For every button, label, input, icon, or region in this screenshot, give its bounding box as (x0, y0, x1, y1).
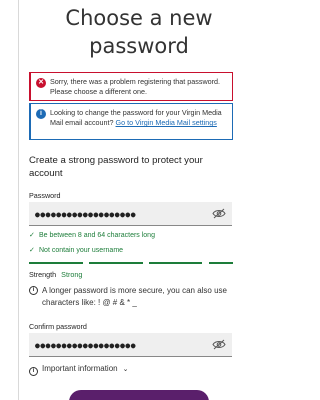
info-alert: i Looking to change the password for you… (29, 103, 233, 140)
rule-text: Not contain your username (39, 247, 124, 254)
eye-off-icon[interactable] (212, 339, 226, 350)
check-icon: ✓ (29, 247, 35, 254)
confirm-password-input[interactable] (35, 337, 205, 353)
strength-segment (29, 262, 83, 264)
password-input[interactable] (35, 206, 205, 222)
chevron-down-icon: ⌄ (122, 366, 129, 373)
strength-segment (209, 262, 233, 264)
close-icon: ✕ (36, 78, 46, 88)
info-icon: i (29, 367, 38, 376)
form-heading: Create a strong password to protect your… (29, 155, 203, 179)
page-divider (18, 0, 19, 400)
important-information-label: Important information (42, 364, 118, 373)
check-icon: ✓ (29, 232, 35, 239)
strength-indicator: Strength Strong (29, 270, 82, 279)
mail-settings-link[interactable]: Go to Virgin Media Mail settings (116, 118, 217, 127)
hint-text: A longer password is more secure, you ca… (42, 286, 227, 307)
strength-segment (89, 262, 143, 264)
error-alert-text: Sorry, there was a problem registering t… (50, 77, 221, 96)
info-icon: i (29, 286, 38, 295)
password-rule-username: ✓ Not contain your username (29, 246, 123, 254)
important-information-toggle[interactable]: i Important information ⌄ (29, 364, 128, 376)
strength-segment (149, 262, 202, 264)
password-rule-length: ✓ Be between 8 and 64 characters long (29, 231, 155, 239)
strength-value: Strong (61, 270, 83, 279)
eye-off-icon[interactable] (212, 208, 226, 219)
page-title: Choose a new password (65, 6, 213, 58)
password-field[interactable] (29, 202, 232, 226)
error-alert: ✕ Sorry, there was a problem registering… (29, 72, 233, 101)
info-icon: i (36, 109, 46, 119)
password-label: Password (29, 191, 61, 200)
confirm-password-field[interactable] (29, 333, 232, 357)
password-hint: i A longer password is more secure, you … (29, 285, 234, 309)
strength-label: Strength (29, 270, 57, 279)
confirm-password-label: Confirm password (29, 322, 87, 331)
rule-text: Be between 8 and 64 characters long (39, 232, 155, 239)
submit-button[interactable] (69, 390, 209, 400)
strength-meter (29, 262, 233, 265)
